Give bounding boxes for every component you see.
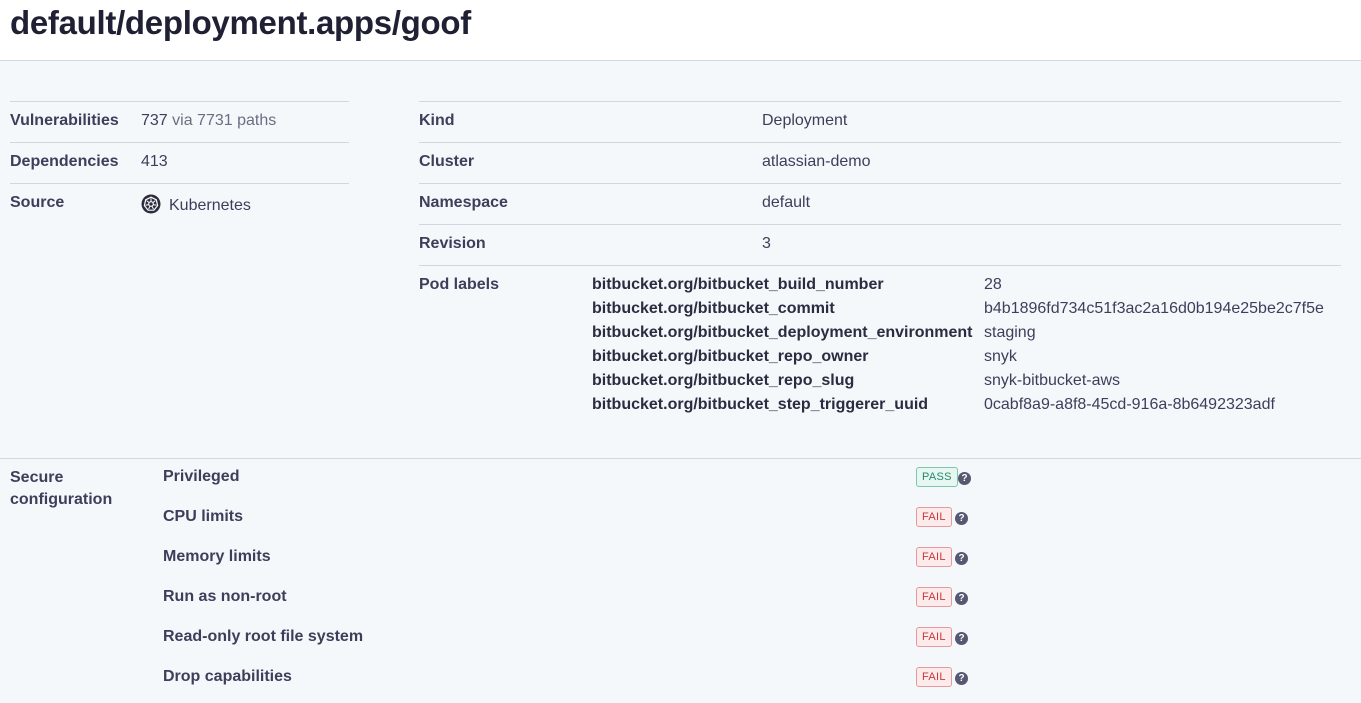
details-key: Namespace bbox=[419, 194, 508, 211]
pod-label-key: bitbucket.org/bitbucket_repo_slug bbox=[592, 372, 855, 389]
details-row-namespace: Namespace default bbox=[419, 183, 1341, 224]
status-badge: PASS bbox=[916, 467, 958, 487]
details-value: Deployment bbox=[762, 112, 848, 129]
help-icon[interactable]: ? bbox=[955, 672, 968, 685]
summary-key: Dependencies bbox=[10, 153, 119, 170]
details-key: Kind bbox=[419, 112, 455, 129]
status-badge: FAIL bbox=[916, 627, 952, 647]
summary-key: Vulnerabilities bbox=[10, 112, 119, 129]
pod-label-value: 0cabf8a9-a8f8-45cd-916a-8b6492323adf bbox=[984, 396, 1275, 413]
summary-panel: Vulnerabilities 737 via 7731 paths Depen… bbox=[10, 101, 349, 231]
pod-label-key: bitbucket.org/bitbucket_deployment_envir… bbox=[592, 324, 973, 341]
pod-label-value: snyk bbox=[984, 348, 1017, 365]
details-row-kind: Kind Deployment bbox=[419, 101, 1341, 142]
pod-label-value: snyk-bitbucket-aws bbox=[984, 372, 1121, 389]
pod-label-key: bitbucket.org/bitbucket_build_number bbox=[592, 276, 884, 293]
details-key: Cluster bbox=[419, 153, 475, 170]
pod-labels-title: Pod labels bbox=[419, 276, 500, 293]
pod-label-value: 28 bbox=[984, 276, 1002, 293]
check-name: Memory limits bbox=[163, 548, 271, 565]
details-row-cluster: Cluster atlassian-demo bbox=[419, 142, 1341, 183]
summary-row-source: Source Kubernetes bbox=[10, 183, 349, 224]
check-name: Privileged bbox=[163, 468, 240, 485]
details-row-pod-labels: Pod labels bitbucket.org/bitbucket_build… bbox=[419, 265, 1341, 425]
kubernetes-icon bbox=[141, 194, 161, 214]
help-icon[interactable]: ? bbox=[955, 552, 968, 565]
section-divider bbox=[0, 458, 1361, 459]
status-badge: FAIL bbox=[916, 547, 952, 567]
pod-label-value: staging bbox=[984, 324, 1036, 341]
help-icon[interactable]: ? bbox=[955, 512, 968, 525]
summary-key: Source bbox=[10, 194, 65, 211]
summary-row-vulnerabilities: Vulnerabilities 737 via 7731 paths bbox=[10, 101, 349, 142]
vulnerability-paths: via 7731 paths bbox=[172, 112, 277, 129]
details-value: default bbox=[762, 194, 811, 211]
status-badge: FAIL bbox=[916, 667, 952, 687]
check-name: Drop capabilities bbox=[163, 668, 292, 685]
page-header: default/deployment.apps/goof bbox=[0, 0, 1361, 61]
source-name: Kubernetes bbox=[169, 197, 251, 214]
details-value: atlassian-demo bbox=[762, 153, 871, 170]
help-icon[interactable]: ? bbox=[955, 592, 968, 605]
summary-row-dependencies: Dependencies 413 bbox=[10, 142, 349, 183]
pod-label-key: bitbucket.org/bitbucket_step_triggerer_u… bbox=[592, 396, 929, 413]
secure-configuration-title: Secure configuration bbox=[10, 469, 113, 508]
pod-label-value: b4b1896fd734c51f3ac2a16d0b194e25be2c7f5e bbox=[984, 300, 1324, 317]
status-badge: FAIL bbox=[916, 507, 952, 527]
check-name: Read-only root file system bbox=[163, 628, 364, 645]
details-key: Revision bbox=[419, 235, 486, 252]
pod-label-key: bitbucket.org/bitbucket_repo_owner bbox=[592, 348, 869, 365]
check-name: CPU limits bbox=[163, 508, 244, 525]
help-icon[interactable]: ? bbox=[955, 632, 968, 645]
pod-label-key: bitbucket.org/bitbucket_commit bbox=[592, 300, 835, 317]
details-value: 3 bbox=[762, 235, 771, 252]
status-badge: FAIL bbox=[916, 587, 952, 607]
page-title: default/deployment.apps/goof bbox=[10, 4, 471, 41]
dependency-count: 413 bbox=[141, 153, 168, 170]
help-icon[interactable]: ? bbox=[958, 472, 971, 485]
check-name: Run as non-root bbox=[163, 588, 287, 605]
details-panel: Kind Deployment Cluster atlassian-demo N… bbox=[419, 101, 1341, 431]
vulnerability-count: 737 bbox=[141, 112, 168, 129]
details-row-revision: Revision 3 bbox=[419, 224, 1341, 265]
